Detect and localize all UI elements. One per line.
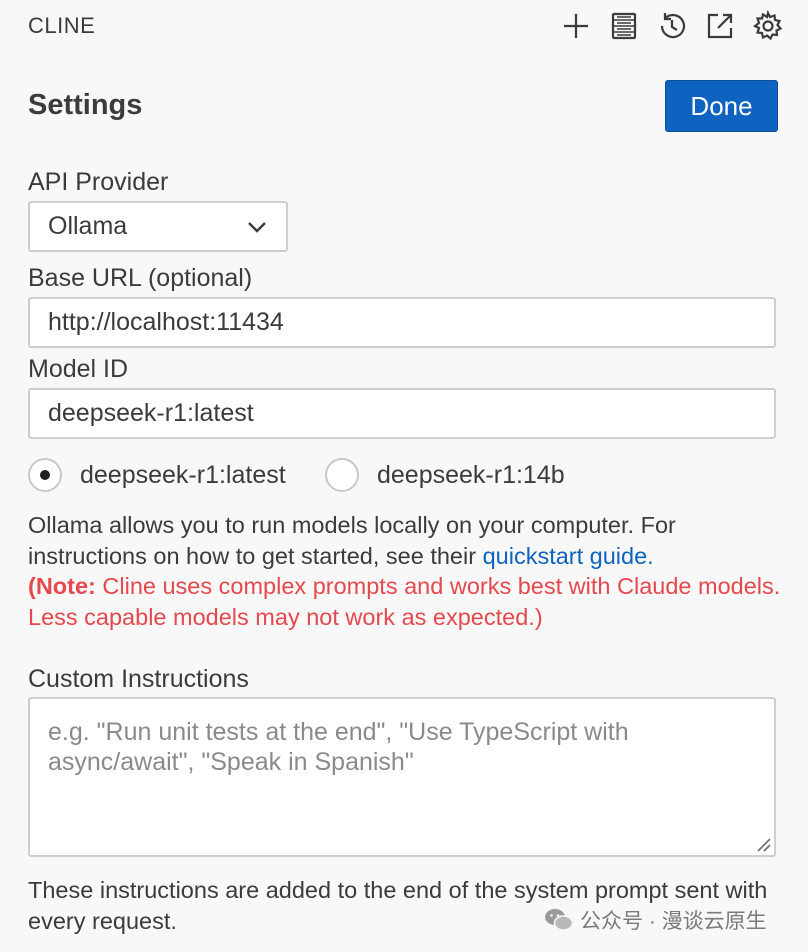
title-bar: CLINE xyxy=(0,0,808,52)
history-icon xyxy=(660,13,686,39)
wechat-icon xyxy=(545,909,574,931)
api-provider-select[interactable]: Ollama xyxy=(28,201,288,252)
api-provider-value: Ollama xyxy=(48,212,128,240)
model-id-label: Model ID xyxy=(28,355,129,383)
popout-button[interactable] xyxy=(702,8,738,44)
plus-icon xyxy=(564,14,588,38)
page-title: Settings xyxy=(28,89,143,121)
watermark-text: 公众号 · 漫谈云原生 xyxy=(580,910,767,933)
base-url-input[interactable] xyxy=(28,297,776,348)
done-button[interactable]: Done xyxy=(665,80,778,132)
model-warning-note: (Note: Cline uses complex prompts and wo… xyxy=(28,573,780,630)
history-button[interactable] xyxy=(654,8,690,44)
new-task-button[interactable] xyxy=(558,8,594,44)
note-prefix: (Note: xyxy=(28,573,96,599)
watermark: 公众号 · 漫谈云原生 xyxy=(544,905,767,935)
custom-instructions-label: Custom Instructions xyxy=(28,665,249,693)
base-url-label: Base URL (optional) xyxy=(28,264,253,292)
mcp-servers-button[interactable] xyxy=(606,8,642,44)
api-provider-label: API Provider xyxy=(28,168,169,196)
external-link-icon xyxy=(707,13,733,39)
quickstart-guide-link[interactable]: quickstart guide. xyxy=(483,543,654,569)
model-id-input[interactable] xyxy=(28,388,776,439)
model-radio-deepseek-r1-latest[interactable] xyxy=(28,458,62,492)
server-icon xyxy=(611,12,637,40)
model-radio-label: deepseek-r1:14b xyxy=(377,461,565,489)
custom-instructions-textarea[interactable] xyxy=(28,697,776,857)
provider-description: Ollama allows you to run models locally … xyxy=(28,510,788,632)
resize-handle-icon[interactable] xyxy=(754,835,772,853)
gear-icon xyxy=(752,10,783,41)
chevron-down-icon xyxy=(246,216,268,238)
header-actions xyxy=(558,8,786,44)
app-title: CLINE xyxy=(28,13,96,38)
note-text: Cline uses complex prompts and works bes… xyxy=(28,573,781,630)
settings-button[interactable] xyxy=(750,8,786,44)
model-radio-deepseek-r1-14b[interactable] xyxy=(325,458,359,492)
model-radio-label: deepseek-r1:latest xyxy=(80,461,286,489)
